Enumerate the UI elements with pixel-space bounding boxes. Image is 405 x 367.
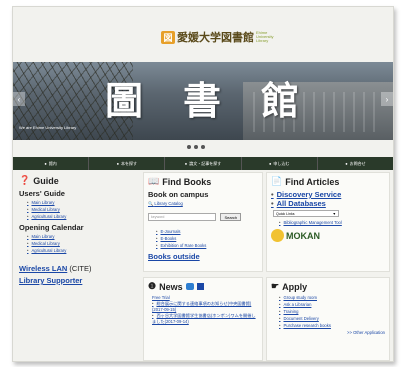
nav-icon: ● xyxy=(345,161,348,166)
banner-kanji-1: 圖 xyxy=(105,78,144,123)
nav-icon: ● xyxy=(269,161,272,166)
site-logo[interactable]: 図 愛媛大学図書館 Ehime University Library xyxy=(161,29,274,45)
mokan-banner[interactable]: MOKAN xyxy=(271,229,385,242)
apply-link-document-delivery[interactable]: Document Delivery xyxy=(279,316,385,322)
nav-item-facility[interactable]: ● 館内 xyxy=(13,157,90,170)
users-guide-link-agri[interactable]: Agricultural Library xyxy=(27,214,139,220)
carousel-dot[interactable] xyxy=(201,145,205,149)
carousel-dots xyxy=(187,145,205,149)
article-icon: 📄 xyxy=(271,176,283,186)
nav-item-find-articles[interactable]: ● 論文・記事を探す xyxy=(165,157,242,170)
nav-label: 申し込む xyxy=(273,160,290,166)
info-circle-icon: ❶ xyxy=(148,281,157,291)
nav-label: 館内 xyxy=(48,160,57,166)
carousel-dot[interactable] xyxy=(194,145,198,149)
search-icon: 🔍 xyxy=(148,201,154,206)
wireless-suffix: (CITE) xyxy=(67,264,92,273)
users-guide-link-main[interactable]: Main Library xyxy=(27,200,139,206)
banner-prev-button[interactable]: ‹ xyxy=(13,92,25,106)
book-icon: 📖 xyxy=(148,176,160,186)
library-catalog-link[interactable]: 🔍 Library Catalog xyxy=(148,201,258,207)
book-on-campus-heading: Book on campus xyxy=(148,190,209,199)
guide-heading: ❓ Guide xyxy=(19,175,59,186)
calendar-link-main[interactable]: Main Library xyxy=(27,234,139,240)
catalog-search-button[interactable]: Search xyxy=(220,212,242,221)
quick-links-select[interactable]: Quick Links ▼ xyxy=(273,210,339,217)
news-panel: ❶News Free Trial 総合展示に関する連絡事項のお知らせ(中央図書館… xyxy=(143,277,263,361)
mokan-text: MOKAN xyxy=(286,230,320,241)
news-heading: ❶ News xyxy=(148,281,258,292)
find-articles-heading: 📄 Find Articles xyxy=(271,176,340,187)
banner-kanji-2: 書 xyxy=(183,78,222,123)
calendar-link-agri[interactable]: Agricultural Library xyxy=(27,248,139,254)
logo-subtext: Ehime University Library xyxy=(256,30,274,43)
banner-kanji-3: 館 xyxy=(261,78,300,123)
banner-next-button[interactable]: › xyxy=(381,92,393,106)
wireless-lan-link[interactable]: Wireless LAN xyxy=(19,264,67,273)
ejournals-link[interactable]: E-Journals xyxy=(156,229,258,235)
twitter-icon[interactable] xyxy=(185,283,194,290)
catalog-search-input[interactable]: keyword xyxy=(148,212,216,221)
apply-link-purchase[interactable]: Purchase research books xyxy=(279,323,385,329)
users-guide-heading: Users' Guide xyxy=(19,189,65,198)
carousel-dot[interactable] xyxy=(187,145,191,149)
find-articles-panel: 📄Find Articles Discovery Service All Dat… xyxy=(266,172,390,272)
nav-label: 本を探す xyxy=(121,160,138,166)
find-books-panel: 📖 Find Books Book on campus 🔍 Library Cat… xyxy=(143,172,263,272)
info-icon: ❓ xyxy=(19,175,31,185)
nav-item-contact[interactable]: ● お問合せ xyxy=(318,157,393,170)
calendar-link-medical[interactable]: Medical Library xyxy=(27,241,139,247)
rss-icon[interactable] xyxy=(196,283,204,290)
pointer-icon: ☛ xyxy=(271,281,280,291)
news-item[interactable]: 西ヶ谷大学図書館学生協書店(ホンボン)ワムを開催しました(2017-09-14) xyxy=(152,313,258,325)
hero-banner: 圖 書 館 We are Ehime University Library ‹ … xyxy=(13,62,393,140)
ebooks-link[interactable]: E-Books xyxy=(156,236,258,242)
catalog-search-row: keyword Search xyxy=(148,208,258,226)
page: 図 愛媛大学図書館 Ehime University Library 圖 書 館… xyxy=(12,6,394,362)
mokan-logo-icon xyxy=(271,229,284,242)
opening-calendar-heading: Opening Calendar xyxy=(19,223,84,232)
apply-link-ask-librarian[interactable]: Ask a Librarian xyxy=(279,302,385,308)
apply-link-training[interactable]: Training xyxy=(279,309,385,315)
chevron-down-icon: ▼ xyxy=(332,211,336,216)
nav-label: 論文・記事を探す xyxy=(189,160,222,166)
nav-item-find-books[interactable]: ● 本を探す xyxy=(89,157,166,170)
banner-caption: We are Ehime University Library xyxy=(19,125,77,130)
nav-icon: ● xyxy=(116,161,120,166)
books-outside-link[interactable]: Books outside xyxy=(148,252,258,261)
main-nav: ● 館内 ● 本を探す ● 論文・記事を探す ● 申し込む ● お問合せ xyxy=(13,157,393,170)
nav-icon: ● xyxy=(44,161,47,166)
rare-books-link[interactable]: Exhibition of Rare Books xyxy=(156,243,258,249)
library-logo-icon: 図 xyxy=(161,30,175,44)
header: 図 愛媛大学図書館 Ehime University Library xyxy=(13,7,393,57)
guide-column: ❓Guide Users' Guide Main Library Medical… xyxy=(19,175,139,285)
find-books-heading: 📖 Find Books xyxy=(148,176,212,187)
nav-label: お問合せ xyxy=(349,160,366,166)
discovery-service-link[interactable]: Discovery Service xyxy=(271,190,385,199)
apply-heading: ☛ Apply xyxy=(271,281,308,292)
bibliographic-tool-link[interactable]: Bibliographic Management Tool xyxy=(279,220,385,226)
all-databases-link[interactable]: All Databases xyxy=(271,199,385,208)
nav-icon: ● xyxy=(184,161,188,166)
logo-text: 愛媛大学図書館 xyxy=(177,31,254,44)
nav-item-apply[interactable]: ● 申し込む xyxy=(242,157,318,170)
other-application-link[interactable]: >> Other Application xyxy=(279,330,385,336)
wireless-lan-row: Wireless LAN (CITE) xyxy=(19,258,139,276)
library-supporter-link[interactable]: Library Supporter xyxy=(19,276,139,285)
users-guide-link-medical[interactable]: Medical Library xyxy=(27,207,139,213)
apply-panel: ☛Apply Group study room Ask a Librarian … xyxy=(266,277,390,361)
apply-link-study-room[interactable]: Group study room xyxy=(279,295,385,301)
news-item[interactable]: 総合展示に関する連絡事項のお知らせ(中央図書館)(2017-09-15) xyxy=(152,301,258,313)
